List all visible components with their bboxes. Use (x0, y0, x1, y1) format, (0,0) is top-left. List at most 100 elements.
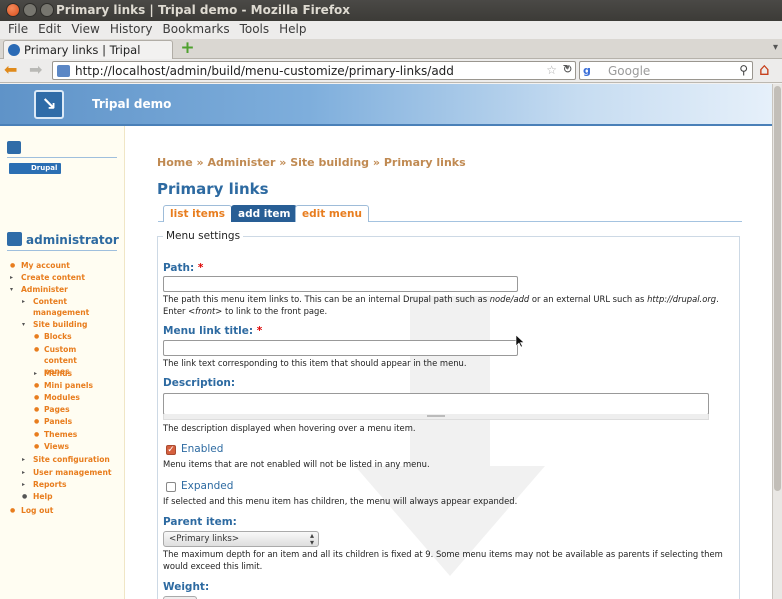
sidebar-item-content-management[interactable]: Content management (33, 296, 93, 318)
sidebar-item-mini-panels[interactable]: Mini panels (44, 380, 93, 392)
collapsed-icon: ▸ (22, 481, 26, 488)
breadcrumb-home[interactable]: Home (157, 156, 193, 169)
reload-icon[interactable]: ↻ (559, 62, 576, 79)
breadcrumb-separator: » (196, 156, 204, 169)
expanded-label[interactable]: Expanded (181, 480, 233, 492)
collapsed-icon: ▸ (22, 298, 26, 305)
search-input[interactable]: g Google ⚲ (579, 61, 753, 80)
site-logo[interactable]: ↘ (34, 90, 64, 119)
sidebar-item-panels[interactable]: Panels (44, 416, 72, 428)
menu-tools[interactable]: Tools (235, 21, 275, 39)
maximize-window-button[interactable] (40, 3, 54, 17)
back-button[interactable]: ⬅ (4, 61, 17, 79)
sidebar-item-my-account[interactable]: My account (21, 260, 70, 272)
favicon-icon (8, 44, 20, 56)
menu-file[interactable]: File (3, 21, 33, 39)
close-window-button[interactable] (6, 3, 20, 17)
enabled-description: Menu items that are not enabled will not… (163, 459, 430, 469)
sidebar-item-pages[interactable]: Pages (44, 404, 70, 416)
breadcrumb: Home » Administer » Site building » Prim… (157, 156, 466, 169)
link-title-label-text: Menu link title: (163, 325, 254, 337)
parent-item-selected: <Primary links> (169, 534, 240, 544)
main-content: Home » Administer » Site building » Prim… (125, 126, 772, 599)
sidebar-item-create-content[interactable]: Create content (21, 272, 85, 284)
sidebar-item-help[interactable]: Help (33, 491, 53, 503)
link-title-input[interactable] (163, 340, 518, 356)
bullet-icon: ● (34, 333, 40, 340)
google-icon[interactable]: g (583, 64, 591, 77)
sidebar-item-site-configuration[interactable]: Site configuration (33, 454, 110, 466)
textarea-resize-grip[interactable] (163, 414, 709, 420)
drupal-block-icon (7, 141, 21, 154)
site-name[interactable]: Tripal demo (92, 97, 171, 111)
home-icon[interactable]: ⌂ (759, 60, 779, 80)
menu-bookmarks[interactable]: Bookmarks (158, 21, 235, 39)
sidebar-item-modules[interactable]: Modules (44, 392, 80, 404)
menu-history[interactable]: History (105, 21, 158, 39)
search-icon[interactable]: ⚲ (739, 63, 748, 77)
path-input[interactable] (163, 276, 518, 292)
local-tasks-tabs: list items add item edit menu (158, 205, 742, 222)
page-viewport: ↘ Tripal demo Drupal administrator ● My … (0, 84, 772, 599)
sidebar-item-administer[interactable]: Administer (21, 284, 68, 296)
sidebar-divider (7, 157, 117, 158)
sidebar-item-user-management[interactable]: User management (33, 467, 111, 479)
enabled-label[interactable]: Enabled (181, 443, 223, 455)
tab-add-item[interactable]: add item (231, 205, 298, 222)
forward-button[interactable]: ➡ (29, 61, 42, 79)
collapsed-icon: ▸ (22, 469, 26, 476)
path-label-text: Path: (163, 262, 195, 274)
menu-help[interactable]: Help (274, 21, 311, 39)
new-tab-button[interactable]: + (180, 40, 195, 57)
minimize-window-button[interactable] (23, 3, 37, 17)
fieldset-legend: Menu settings (163, 230, 244, 242)
url-bar[interactable]: http://localhost/admin/build/menu-custom… (52, 61, 576, 80)
bookmark-star-icon[interactable]: ☆ (546, 63, 557, 77)
weight-label: Weight: (163, 581, 210, 593)
description-label: Description: (163, 377, 236, 389)
breadcrumb-administer[interactable]: Administer (207, 156, 275, 169)
bullet-icon: ● (34, 406, 40, 413)
expanded-icon: ▾ (22, 321, 26, 328)
sidebar-item-views[interactable]: Views (44, 441, 69, 453)
search-placeholder: Google (608, 64, 651, 78)
menubar: File Edit View History Bookmarks Tools H… (0, 21, 782, 39)
site-identity-icon[interactable] (57, 65, 70, 77)
url-text: http://localhost/admin/build/menu-custom… (75, 64, 454, 78)
tab-edit-menu[interactable]: edit menu (295, 205, 369, 222)
sidebar-username: administrator (26, 233, 119, 247)
menu-edit[interactable]: Edit (33, 21, 66, 39)
breadcrumb-separator: » (372, 156, 380, 169)
sidebar-item-site-building[interactable]: Site building (33, 319, 87, 331)
description-textarea[interactable] (163, 393, 709, 415)
bullet-icon: ● (34, 346, 40, 353)
bullet-icon: ● (34, 443, 40, 450)
parent-item-description: The maximum depth for an item and all it… (163, 549, 723, 571)
browser-tab[interactable]: Primary links | Tripal demo (3, 40, 173, 71)
sidebar-item-themes[interactable]: Themes (44, 429, 77, 441)
collapsed-icon: ● (22, 493, 28, 500)
scrollbar-thumb[interactable] (774, 86, 781, 491)
sidebar-item-menus[interactable]: Menus (44, 368, 72, 380)
breadcrumb-site-building[interactable]: Site building (290, 156, 369, 169)
tab-list-items[interactable]: list items (163, 205, 233, 222)
parent-item-label: Parent item: (163, 516, 237, 528)
menu-view[interactable]: View (66, 21, 104, 39)
enabled-checkbox[interactable]: ✓ (166, 445, 176, 455)
breadcrumb-separator: » (279, 156, 287, 169)
description-help: The description displayed when hovering … (163, 423, 416, 433)
tab-list-icon[interactable]: ▾ (773, 42, 778, 53)
expanded-checkbox[interactable] (166, 482, 176, 492)
parent-item-select[interactable]: <Primary links> ▴ ▾ (163, 531, 319, 547)
sidebar-item-log-out[interactable]: Log out (21, 505, 53, 517)
page-scrollbar[interactable] (772, 84, 782, 599)
collapsed-icon: ▸ (10, 274, 14, 281)
powered-by-drupal-badge[interactable]: Drupal (9, 163, 61, 174)
required-marker: * (197, 262, 204, 274)
collapsed-icon: ▸ (34, 370, 38, 377)
sidebar-item-reports[interactable]: Reports (33, 479, 67, 491)
breadcrumb-primary-links[interactable]: Primary links (384, 156, 466, 169)
sidebar-item-blocks[interactable]: Blocks (44, 331, 72, 343)
bullet-icon: ● (34, 431, 40, 438)
window-controls (6, 3, 54, 17)
